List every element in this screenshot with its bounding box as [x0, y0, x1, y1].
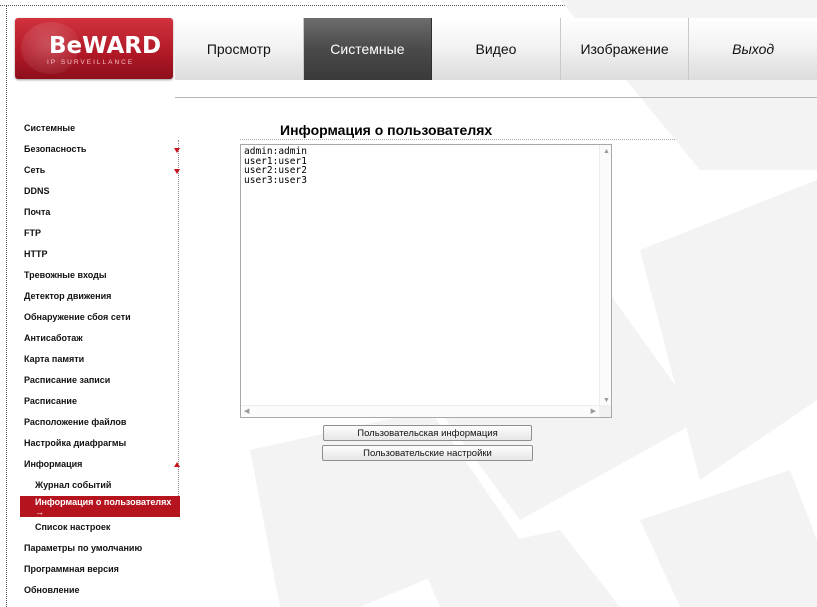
- tab-image[interactable]: Изображение: [560, 18, 690, 80]
- sidebar-item-label: Журнал событий: [35, 480, 112, 490]
- tab-exit[interactable]: Выход: [689, 18, 817, 80]
- user-settings-button[interactable]: Пользовательские настройки: [322, 445, 533, 461]
- sidebar-item-label: Антисаботаж: [24, 333, 83, 343]
- users-textarea[interactable]: admin:admin user1:user1 user2:user2 user…: [240, 144, 612, 418]
- sidebar-item-ddns[interactable]: DDNS: [15, 181, 180, 202]
- sidebar-item-schedule[interactable]: Расписание: [15, 391, 180, 412]
- scroll-up-icon[interactable]: ▲: [603, 148, 610, 155]
- sidebar-item-motion-detector[interactable]: Детектор движения: [15, 286, 180, 307]
- user-info-button[interactable]: Пользовательская информация: [323, 425, 532, 441]
- sidebar: Системные Безопасность Сеть DDNS Почта F…: [15, 118, 180, 601]
- sidebar-item-event-log[interactable]: Журнал событий: [15, 475, 180, 496]
- sidebar-item-user-info[interactable]: Информация о пользователях →: [20, 496, 180, 517]
- triangle-up-icon: [174, 462, 180, 467]
- sidebar-item-tamper[interactable]: Антисаботаж: [15, 328, 180, 349]
- sidebar-item-security[interactable]: Безопасность: [15, 139, 180, 160]
- frame-left-border: [6, 5, 7, 607]
- sidebar-item-label: Системные: [24, 123, 76, 133]
- sidebar-item-label: Список настроек: [35, 522, 111, 532]
- sidebar-item-http[interactable]: HTTP: [15, 244, 180, 265]
- horizontal-scrollbar[interactable]: ◀ ▶: [241, 405, 599, 417]
- sidebar-item-label: Детектор движения: [24, 291, 112, 301]
- sidebar-item-label: Параметры по умолчанию: [24, 543, 143, 553]
- scrollbar-corner: [599, 405, 611, 417]
- sidebar-item-label: Безопасность: [24, 144, 87, 154]
- page-frame: BeWARD IP SURVEILLANCE Просмотр Системны…: [0, 0, 817, 607]
- triangle-down-icon: [174, 169, 180, 174]
- scroll-left-icon[interactable]: ◀: [244, 408, 249, 415]
- sidebar-item-label: Почта: [24, 207, 51, 217]
- sidebar-item-record-schedule[interactable]: Расписание записи: [15, 370, 180, 391]
- sidebar-item-label: Расписание записи: [24, 375, 111, 385]
- sidebar-item-label: Программная версия: [24, 564, 119, 574]
- sidebar-item-label: Информация: [24, 459, 83, 469]
- sidebar-item-alarm-inputs[interactable]: Тревожные входы: [15, 265, 180, 286]
- sidebar-item-mail[interactable]: Почта: [15, 202, 180, 223]
- sidebar-item-label: Расписание: [24, 396, 77, 406]
- tab-system[interactable]: Системные: [303, 18, 433, 80]
- sidebar-item-update[interactable]: Обновление: [15, 580, 180, 601]
- sidebar-item-system[interactable]: Системные: [15, 118, 180, 139]
- triangle-down-icon: [174, 148, 180, 153]
- sidebar-item-information[interactable]: Информация: [15, 454, 180, 475]
- arrow-right-icon: →: [35, 507, 44, 517]
- scroll-right-icon[interactable]: ▶: [591, 408, 596, 415]
- tab-video[interactable]: Видео: [432, 18, 561, 80]
- logo-text: BeWARD: [49, 33, 162, 59]
- sidebar-item-iris-settings[interactable]: Настройка диафрагмы: [15, 433, 180, 454]
- tab-view[interactable]: Просмотр: [175, 18, 304, 80]
- logo-subtitle: IP SURVEILLANCE: [47, 59, 135, 66]
- sidebar-item-label: Настройка диафрагмы: [24, 438, 127, 448]
- sidebar-item-label: Расположение файлов: [24, 417, 127, 427]
- sidebar-item-label: Сеть: [24, 165, 46, 175]
- beward-logo[interactable]: BeWARD IP SURVEILLANCE: [15, 18, 173, 79]
- sidebar-item-network[interactable]: Сеть: [15, 160, 180, 181]
- users-list-text: admin:admin user1:user1 user2:user2 user…: [244, 146, 307, 186]
- sidebar-item-label: Обновление: [24, 585, 80, 595]
- sidebar-item-ftp[interactable]: FTP: [15, 223, 180, 244]
- top-navigation: Просмотр Системные Видео Изображение Вых…: [175, 18, 817, 80]
- sidebar-item-label: Карта памяти: [24, 354, 85, 364]
- sidebar-item-label: DDNS: [24, 186, 50, 196]
- sidebar-item-label: Обнаружение сбоя сети: [24, 312, 131, 322]
- sidebar-item-label: Тревожные входы: [24, 270, 107, 280]
- header-divider: [175, 97, 817, 98]
- sidebar-item-network-failure[interactable]: Обнаружение сбоя сети: [15, 307, 180, 328]
- sidebar-item-file-location[interactable]: Расположение файлов: [15, 412, 180, 433]
- vertical-scrollbar[interactable]: ▲ ▼: [599, 145, 611, 407]
- scroll-down-icon[interactable]: ▼: [603, 397, 610, 404]
- sidebar-item-firmware-version[interactable]: Программная версия: [15, 559, 180, 580]
- title-underline: [240, 139, 675, 140]
- sidebar-item-label: FTP: [24, 228, 41, 238]
- sidebar-item-label: HTTP: [24, 249, 48, 259]
- sidebar-item-label: Информация о пользователях: [35, 497, 172, 507]
- sidebar-item-defaults[interactable]: Параметры по умолчанию: [15, 538, 180, 559]
- page-title: Информация о пользователях: [280, 122, 493, 138]
- sidebar-item-memory-card[interactable]: Карта памяти: [15, 349, 180, 370]
- frame-top-border: [0, 5, 817, 6]
- sidebar-item-settings-list[interactable]: Список настроек: [15, 517, 180, 538]
